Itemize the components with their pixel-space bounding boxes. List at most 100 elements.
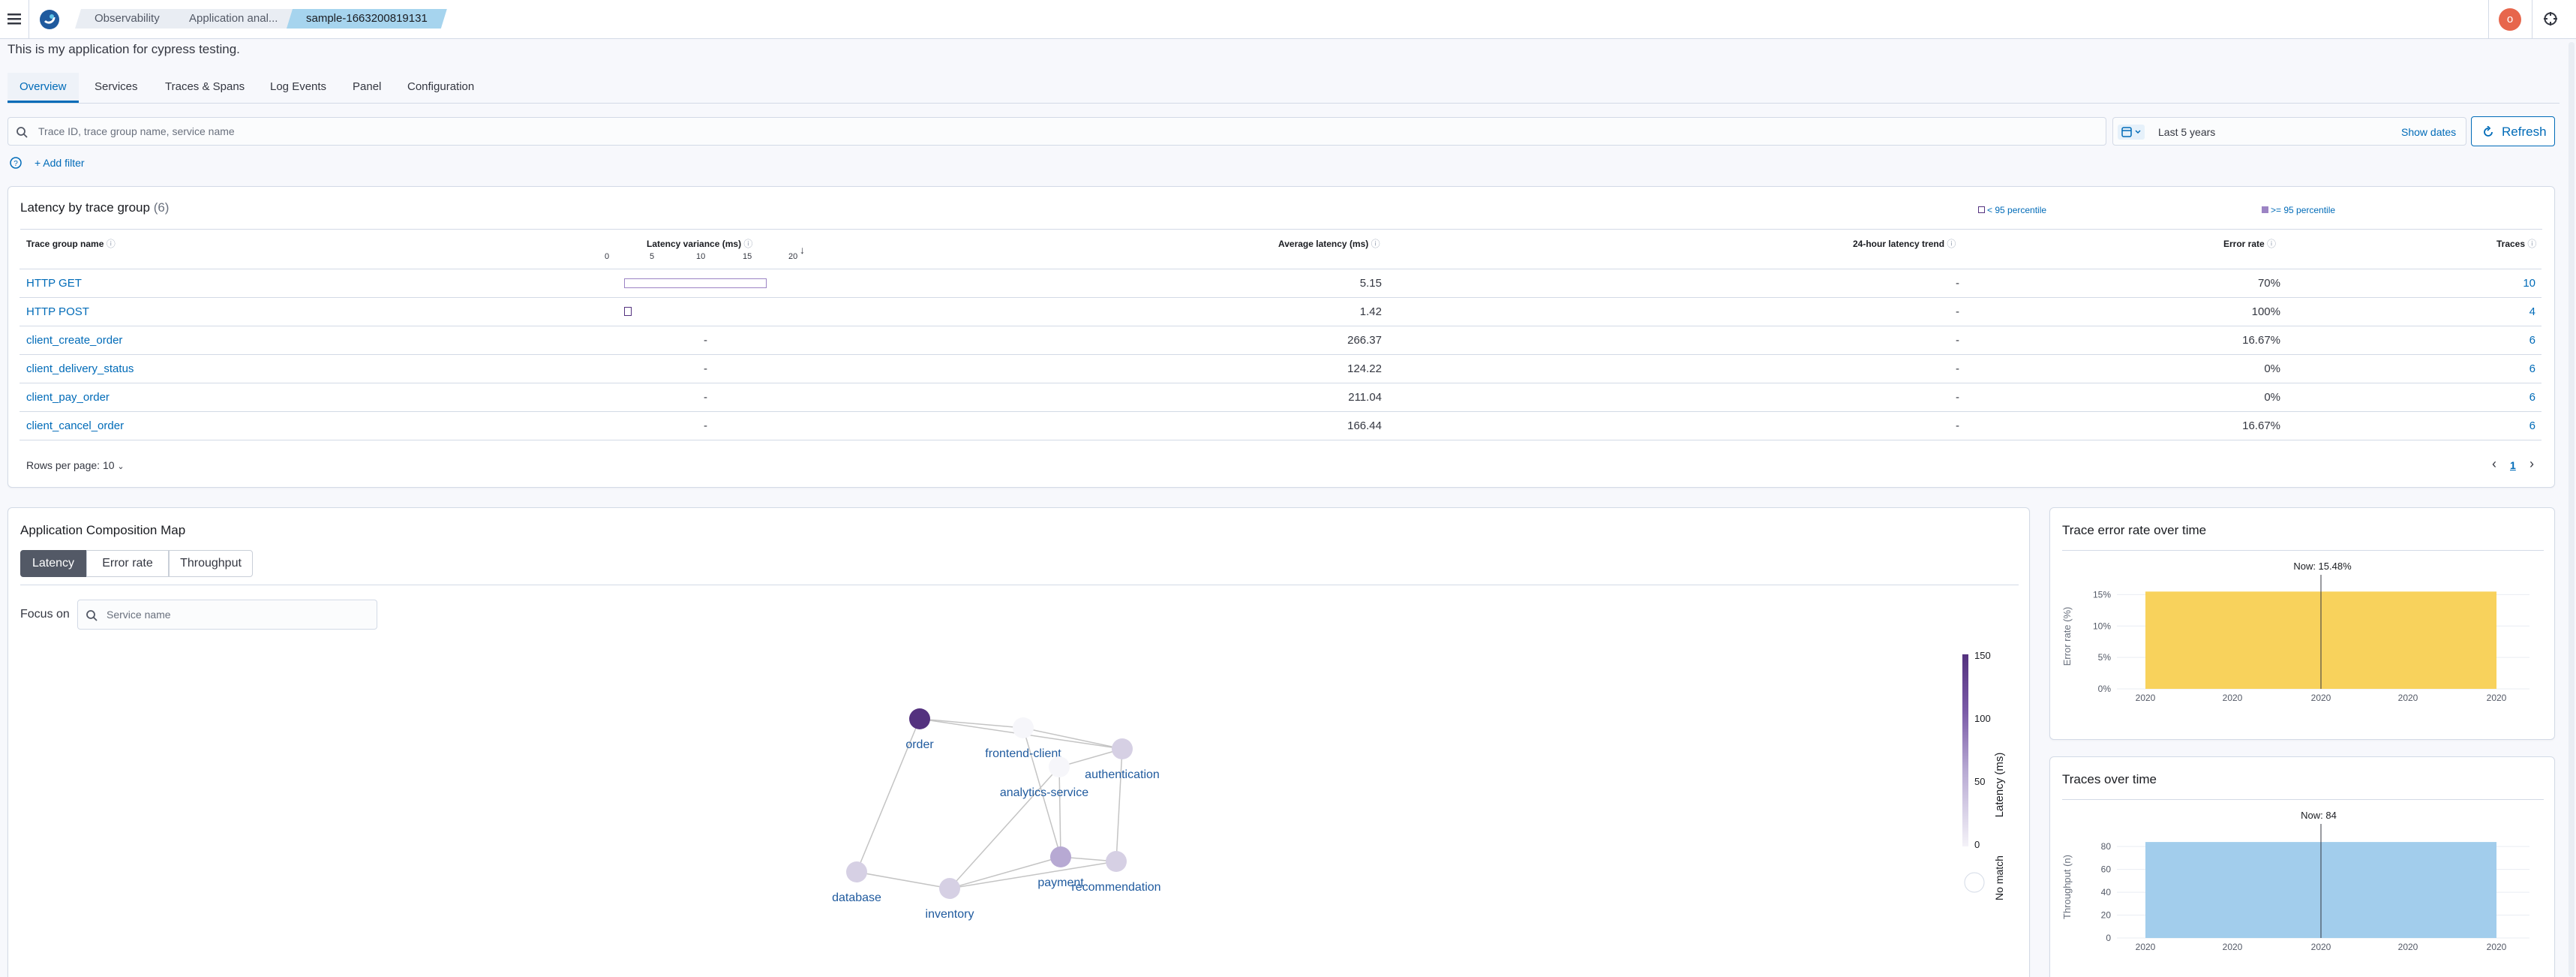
breadcrumb-observability[interactable]: Observability: [75, 9, 179, 29]
trend-cell: -: [1956, 305, 1959, 318]
breadcrumb-current-app: sample-1663200819131: [287, 9, 447, 29]
traces-chart-ytick: 20: [2101, 910, 2112, 921]
node-order: [909, 708, 930, 729]
sort-arrow-icon[interactable]: ↓: [800, 244, 805, 256]
trend-cell: -: [1956, 419, 1959, 432]
column-error-rate[interactable]: Error rate ⓘ: [2223, 237, 2276, 250]
column-average-latency[interactable]: Average latency (ms) ⓘ: [1278, 237, 1380, 250]
traces-chart-ytick: 40: [2101, 887, 2112, 897]
node-recommendation: [1106, 851, 1127, 872]
app-description: This is my application for cypress testi…: [8, 42, 240, 56]
error-chart-xtick: 2020: [2487, 693, 2507, 703]
map-mode-latency[interactable]: Latency: [20, 550, 86, 577]
legend-tick-50: 50: [1974, 776, 1985, 787]
node-label-database: database: [832, 891, 881, 904]
error-chart-ytick: 15%: [2093, 589, 2111, 600]
breadcrumb-application-analytics[interactable]: Application anal...: [170, 9, 297, 29]
scrollbar[interactable]: [2568, 42, 2574, 977]
trace-group-link[interactable]: client_delivery_status: [26, 362, 134, 375]
error-rate-cell: 0%: [2264, 362, 2280, 375]
node-label-authentication: authentication: [1085, 768, 1160, 781]
refresh-button[interactable]: Refresh: [2471, 116, 2555, 146]
node-payment: [1050, 846, 1071, 867]
traces-chart-ytick: 60: [2101, 864, 2112, 875]
tab-services[interactable]: Services: [83, 73, 150, 103]
trace-group-link[interactable]: client_cancel_order: [26, 419, 124, 432]
service-graph[interactable]: order frontend-client authentication ana…: [810, 698, 1200, 923]
trace-group-link[interactable]: HTTP GET: [26, 277, 82, 290]
service-name-input[interactable]: Service name: [77, 600, 377, 630]
tab-overview[interactable]: Overview: [8, 73, 79, 103]
tab-log-events[interactable]: Log Events: [258, 73, 338, 103]
rows-per-page[interactable]: Rows per page: 10 ⌄: [26, 459, 125, 471]
tab-panel[interactable]: Panel: [341, 73, 393, 103]
trend-cell: -: [1956, 277, 1959, 290]
column-trace-group-name[interactable]: Trace group name ⓘ: [26, 237, 116, 250]
trend-cell: -: [1956, 334, 1959, 347]
search-input[interactable]: Trace ID, trace group name, service name: [8, 117, 2106, 146]
traces-link[interactable]: 6: [2505, 391, 2535, 404]
error-rate-chart: Now: 15.48% Error rate (%) 15% 10% 5% 0% 202…: [2061, 561, 2529, 703]
trace-group-link[interactable]: client_create_order: [26, 334, 122, 347]
search-icon: [86, 610, 98, 621]
traces-chart-ylabel: Throughput (n): [2061, 855, 2073, 919]
traces-panel-title: Traces over time: [2062, 772, 2157, 786]
logo-icon[interactable]: [39, 9, 60, 30]
avg-latency-cell: 1.42: [1359, 305, 1382, 318]
prev-page-icon[interactable]: ‹: [2492, 456, 2496, 472]
traces-chart-xtick: 2020: [2311, 942, 2331, 952]
error-panel-title: Trace error rate over time: [2062, 523, 2207, 537]
avg-latency-cell: 166.44: [1347, 419, 1382, 432]
latency-panel-title: Latency by trace group (6): [20, 200, 170, 215]
map-title: Application Composition Map: [20, 523, 186, 537]
column-latency-variance[interactable]: Latency variance (ms) ⓘ: [647, 237, 752, 250]
traces-link[interactable]: 6: [2505, 362, 2535, 375]
top-bar: Observability Application anal... sample…: [0, 0, 2576, 39]
service-name-placeholder: Service name: [107, 609, 171, 621]
node-inventory: [939, 878, 960, 899]
node-label-analytics-service: analytics-service: [1000, 786, 1088, 799]
node-label-frontend-client: frontend-client: [985, 747, 1061, 760]
variance-cell: -: [704, 391, 707, 404]
show-dates-link[interactable]: Show dates: [2401, 126, 2456, 138]
page-1[interactable]: 1: [2510, 459, 2516, 471]
variance-tick-0: 0: [605, 252, 610, 261]
error-rate-cell: 16.67%: [2242, 419, 2280, 432]
traces-link[interactable]: 4: [2505, 305, 2535, 318]
error-chart-xtick: 2020: [2136, 693, 2156, 703]
error-chart-ylabel: Error rate (%): [2061, 607, 2073, 666]
node-label-inventory: inventory: [926, 908, 974, 921]
map-mode-throughput[interactable]: Throughput: [169, 550, 253, 577]
help-icon[interactable]: [2543, 11, 2558, 26]
search-placeholder: Trace ID, trace group name, service name: [38, 125, 235, 137]
column-latency-trend[interactable]: 24-hour latency trend ⓘ: [1853, 237, 1956, 250]
menu-icon[interactable]: [8, 12, 21, 26]
error-rate-cell: 100%: [2251, 305, 2280, 318]
variance-cell: -: [704, 334, 707, 347]
trend-cell: -: [1956, 362, 1959, 375]
node-analytics-service: [1049, 756, 1070, 777]
avg-latency-cell: 211.04: [1348, 391, 1382, 404]
user-avatar[interactable]: o: [2499, 8, 2521, 31]
traces-link[interactable]: 6: [2505, 419, 2535, 432]
traces-link[interactable]: 6: [2505, 334, 2535, 347]
trace-group-link[interactable]: HTTP POST: [26, 305, 89, 318]
column-traces[interactable]: Traces ⓘ: [2496, 237, 2536, 250]
variance-box-http-get[interactable]: [624, 278, 767, 288]
filter-help-icon[interactable]: ?: [9, 156, 23, 170]
error-chart-ytick: 5%: [2098, 652, 2112, 663]
add-filter-link[interactable]: + Add filter: [35, 157, 85, 169]
traces-link[interactable]: 10: [2505, 277, 2535, 290]
tab-traces-spans[interactable]: Traces & Spans: [153, 73, 257, 103]
map-mode-error-rate[interactable]: Error rate: [86, 550, 169, 577]
error-rate-cell: 16.67%: [2242, 334, 2280, 347]
legend-tick-100: 100: [1974, 713, 1991, 724]
trace-group-link[interactable]: client_pay_order: [26, 391, 110, 404]
next-page-icon[interactable]: ›: [2529, 456, 2534, 472]
variance-box-http-post[interactable]: [624, 307, 632, 316]
calendar-icon[interactable]: [2118, 125, 2145, 140]
date-picker[interactable]: Last 5 years Show dates: [2112, 117, 2466, 146]
trend-cell: -: [1956, 391, 1959, 404]
traces-chart-now: Now: 84: [2301, 810, 2337, 821]
tab-configuration[interactable]: Configuration: [395, 73, 486, 103]
